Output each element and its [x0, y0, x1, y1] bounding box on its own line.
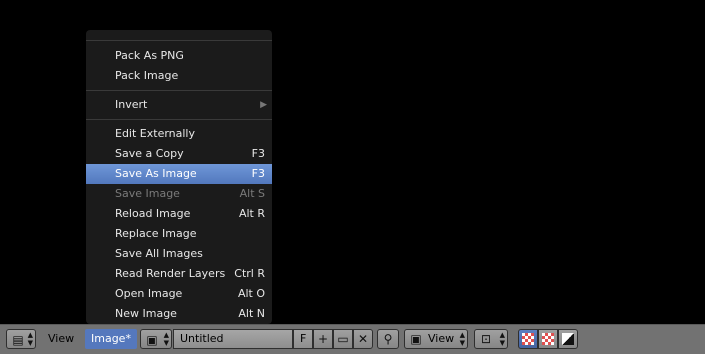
dropdown-arrows-icon: ▲ ▼ — [459, 331, 465, 347]
dropdown-arrows-icon: ▲ ▼ — [499, 331, 505, 347]
menu-item-pack-as-png[interactable]: Pack As PNG — [86, 46, 272, 66]
pivot-icon: ⊡ — [480, 332, 492, 346]
image-browse-icon: ▣ — [146, 333, 158, 347]
menu-item-new-image[interactable]: New Image Alt N — [86, 304, 272, 324]
menu-item-label: Edit Externally — [115, 127, 196, 140]
menu-item-label: New Image — [115, 307, 177, 320]
open-image-button[interactable]: ▭ — [333, 329, 353, 349]
menu-item-label: Save As Image — [115, 167, 197, 180]
menu-separator — [86, 119, 272, 120]
menu-item-reload-image[interactable]: Reload Image Alt R — [86, 204, 272, 224]
menu-item-pack-image[interactable]: Pack Image — [86, 66, 272, 86]
pivot-selector[interactable]: ⊡ ▲ ▼ — [474, 329, 508, 349]
menu-header — [86, 30, 272, 41]
editor-type-selector[interactable]: ▤ ▲ ▼ — [6, 329, 36, 349]
menu-item-label: Save a Copy — [115, 147, 184, 160]
menu-item-save-a-copy[interactable]: Save a Copy F3 — [86, 144, 272, 164]
image-name-field[interactable]: Untitled — [173, 329, 293, 349]
new-image-button[interactable]: + — [313, 329, 333, 349]
draw-channels-alpha-button[interactable] — [538, 329, 558, 349]
menu-item-invert[interactable]: Invert ▶ — [86, 95, 272, 115]
menu-item-label: Reload Image — [115, 207, 191, 220]
menu-item-shortcut: Alt O — [237, 287, 265, 300]
menu-item-label: Invert — [115, 98, 148, 111]
draw-channels-zbuffer-button[interactable] — [558, 329, 578, 349]
menu-item-read-render-layers[interactable]: Read Render Layers Ctrl R — [86, 264, 272, 284]
pin-icon: ⚲ — [383, 332, 393, 346]
menu-item-save-image: Save Image Alt S — [86, 184, 272, 204]
zbuffer-icon — [562, 333, 574, 345]
folder-icon: ▭ — [337, 332, 349, 346]
menu-item-open-image[interactable]: Open Image Alt O — [86, 284, 272, 304]
view-mode-selector[interactable]: ▣ View ▲ ▼ — [404, 329, 468, 349]
menu-item-label: Read Render Layers — [115, 267, 226, 280]
submenu-arrow-icon: ▶ — [260, 100, 267, 110]
menu-item-label: Save Image — [115, 187, 180, 200]
menu-item-shortcut: Ctrl R — [234, 267, 265, 280]
menu-image[interactable]: Image* — [85, 329, 137, 349]
menu-item-replace-image[interactable]: Replace Image — [86, 224, 272, 244]
image-menu: Pack As PNG Pack Image Invert ▶ Edit Ext… — [86, 30, 272, 324]
pin-image-button[interactable]: ⚲ — [377, 329, 399, 349]
menu-item-shortcut: Alt R — [238, 207, 265, 220]
view-mode-label: View — [428, 332, 455, 345]
view-mode-icon: ▣ — [410, 332, 422, 346]
draw-channels-color-button[interactable] — [518, 329, 538, 349]
menu-view[interactable]: View — [42, 329, 80, 349]
image-editor-icon: ▤ — [12, 333, 24, 347]
menu-item-label: Pack Image — [115, 69, 179, 82]
menu-item-label: Open Image — [115, 287, 183, 300]
checker-icon — [542, 333, 554, 345]
menu-item-save-as-image[interactable]: Save As Image F3 — [86, 164, 272, 184]
menu-item-shortcut: Alt N — [238, 307, 265, 320]
image-editor-header: ▤ ▲ ▼ View Image* ▣ ▲ ▼ Untitled F + ▭ ✕ ⚲… — [0, 324, 705, 354]
menu-item-shortcut: F3 — [251, 147, 265, 160]
menu-item-edit-externally[interactable]: Edit Externally — [86, 124, 272, 144]
color-alpha-icon — [522, 333, 534, 345]
dropdown-arrows-icon: ▲ ▼ — [163, 331, 169, 347]
close-icon: ✕ — [357, 332, 369, 346]
menu-item-label: Replace Image — [115, 227, 197, 240]
dropdown-arrows-icon: ▲ ▼ — [27, 331, 33, 347]
menu-item-label: Save All Images — [115, 247, 203, 260]
plus-icon: + — [317, 332, 329, 346]
menu-separator — [86, 90, 272, 91]
menu-item-shortcut: F3 — [251, 167, 265, 180]
menu-item-save-all-images[interactable]: Save All Images — [86, 244, 272, 264]
menu-item-label: Pack As PNG — [115, 49, 184, 62]
unlink-image-button[interactable]: ✕ — [353, 329, 373, 349]
fake-user-toggle[interactable]: F — [293, 329, 313, 349]
menu-item-shortcut: Alt S — [239, 187, 265, 200]
image-browse-selector[interactable]: ▣ ▲ ▼ — [140, 329, 172, 349]
